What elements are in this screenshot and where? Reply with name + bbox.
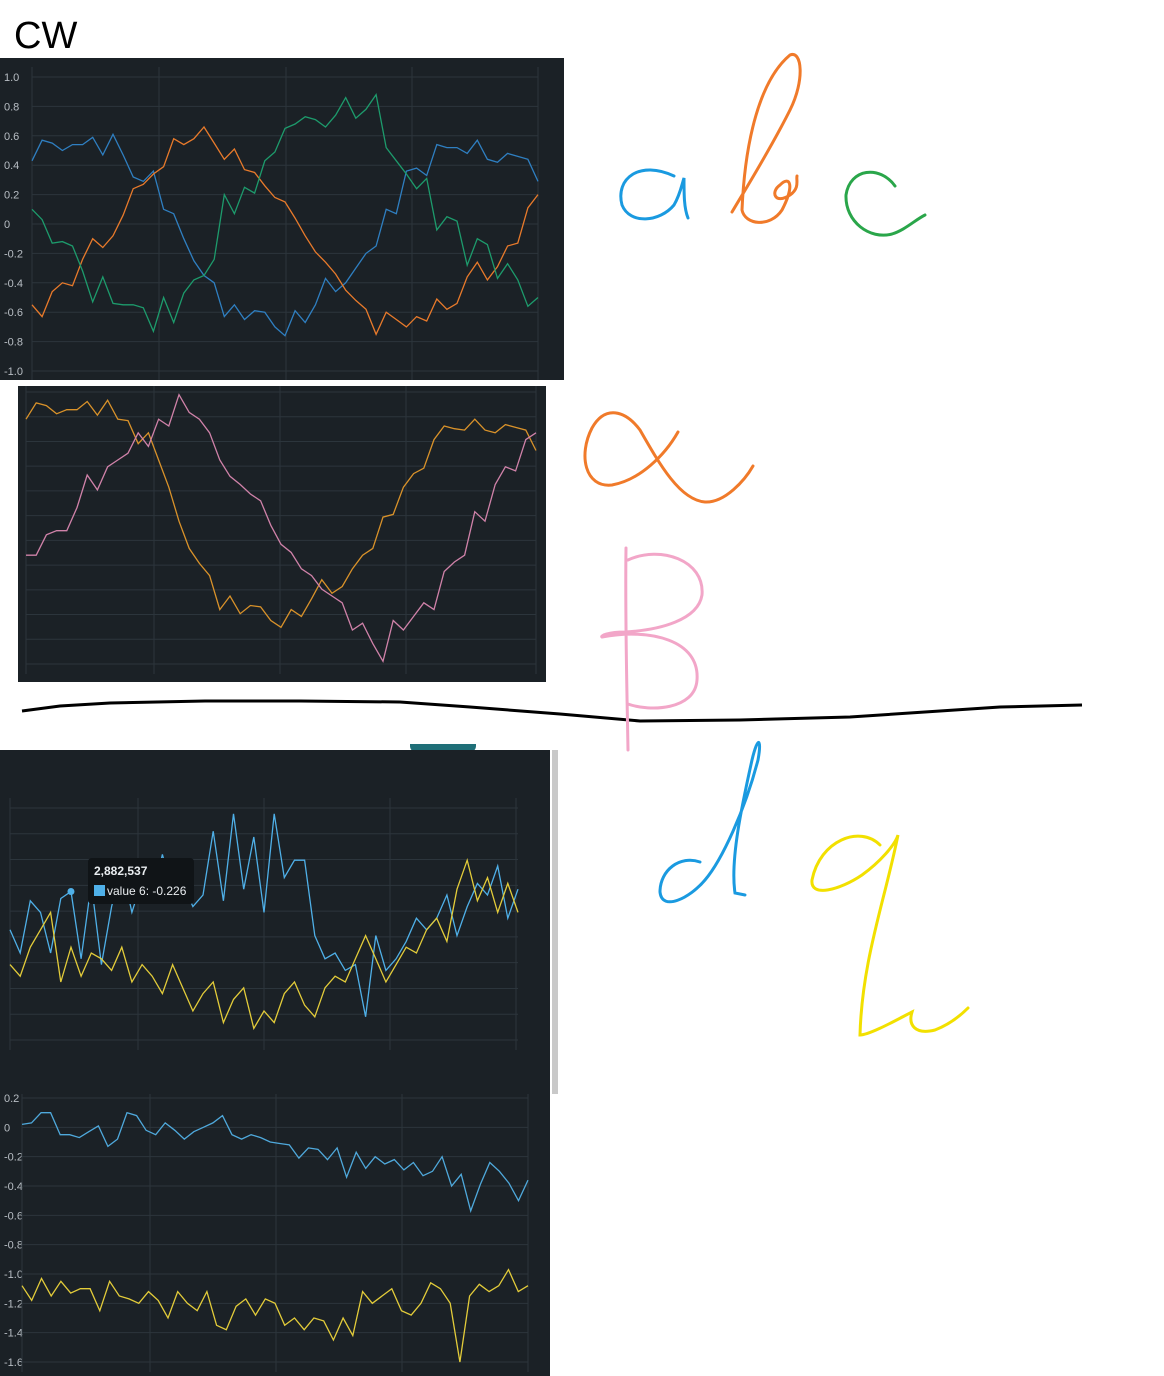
- annotation-a: a: [640, 209, 641, 211]
- annotation-beta: β: [650, 619, 651, 621]
- letter-q-stroke: [810, 834, 970, 1037]
- annotation-alpha: α: [660, 469, 661, 471]
- annotation-c: c: [880, 209, 881, 211]
- letter-alpha-stroke: [583, 411, 755, 504]
- letter-b-stroke: [730, 53, 802, 224]
- annotation-b: b: [770, 209, 771, 211]
- divider-line: [21, 699, 1083, 723]
- annotation-overlay: a b c α β d q: [21, 53, 1083, 1037]
- annotation-q: q: [880, 899, 881, 901]
- letter-c-stroke: [844, 170, 927, 237]
- letter-d-stroke: [658, 740, 762, 904]
- letter-a-stroke: [619, 168, 690, 221]
- annotation-d: d: [700, 879, 701, 881]
